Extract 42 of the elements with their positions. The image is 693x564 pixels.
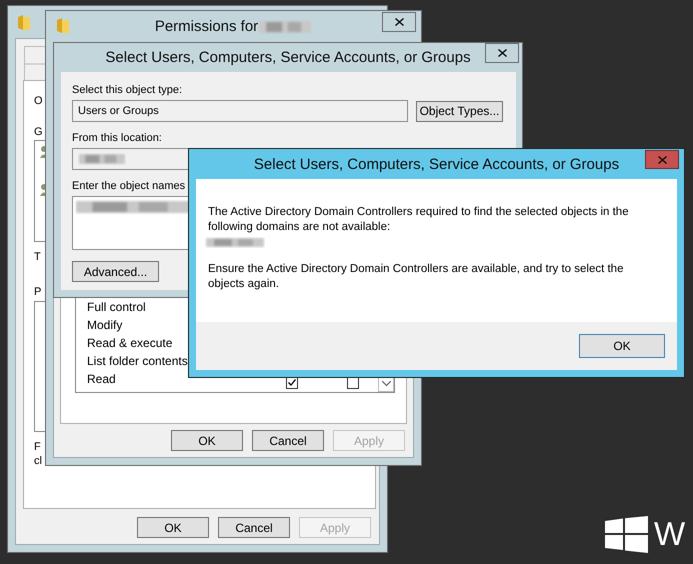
close-icon [394, 18, 404, 26]
checkbox[interactable] [286, 377, 298, 389]
permission-name: Read [87, 372, 117, 386]
windows-logo-icon [605, 516, 648, 552]
advanced-button[interactable]: Advanced... [72, 261, 159, 282]
permission-name: Read & execute [87, 336, 174, 350]
checkbox[interactable] [347, 377, 359, 389]
dialog-title: Select Users, Computers, Service Accounts, or Groups [254, 156, 620, 172]
message-text: Ensure the Active Directory Domain Controllers are available, and try to select the objects again. [208, 262, 624, 292]
label-text: T [34, 250, 41, 264]
ok-button[interactable]: OK [171, 430, 243, 451]
field-label: Select this object type: [72, 83, 182, 97]
label-text: G [34, 125, 43, 139]
field-label: Enter the object names [72, 179, 186, 193]
field-label: From this location: [72, 131, 162, 145]
label-text: P [34, 285, 42, 299]
close-button[interactable] [485, 43, 519, 63]
permission-name: Full control [87, 300, 147, 314]
close-icon [498, 49, 506, 57]
logo-text: W [654, 515, 686, 553]
window-title: Permissions for [154, 18, 258, 35]
close-button[interactable] [382, 12, 416, 32]
folder-icon [18, 15, 30, 30]
label-text: cl [34, 454, 42, 468]
object-type-field[interactable]: Users or Groups [72, 100, 408, 122]
ok-button[interactable]: OK [579, 334, 665, 358]
label-text: F [34, 440, 41, 454]
redaction-blur [258, 18, 312, 34]
ok-button[interactable]: OK [137, 517, 209, 538]
redaction-blur [205, 236, 265, 249]
close-icon [658, 156, 666, 164]
window-title: Select Users, Computers, Service Accounts, or Groups [105, 49, 471, 66]
object-types-button[interactable]: Object Types... [416, 100, 503, 122]
cancel-button[interactable]: Cancel [218, 517, 290, 538]
chevron-down-icon [382, 381, 390, 386]
folder-icon [57, 18, 69, 33]
label-text: O [34, 94, 43, 108]
redaction-blur [78, 152, 126, 166]
message-text: The Active Directory Domain Controllers required to find the selected objects in the following domains are not available: [208, 205, 630, 235]
permission-name: Modify [87, 318, 124, 332]
permission-name: List folder contents [87, 354, 189, 368]
cancel-button[interactable]: Cancel [252, 430, 324, 451]
